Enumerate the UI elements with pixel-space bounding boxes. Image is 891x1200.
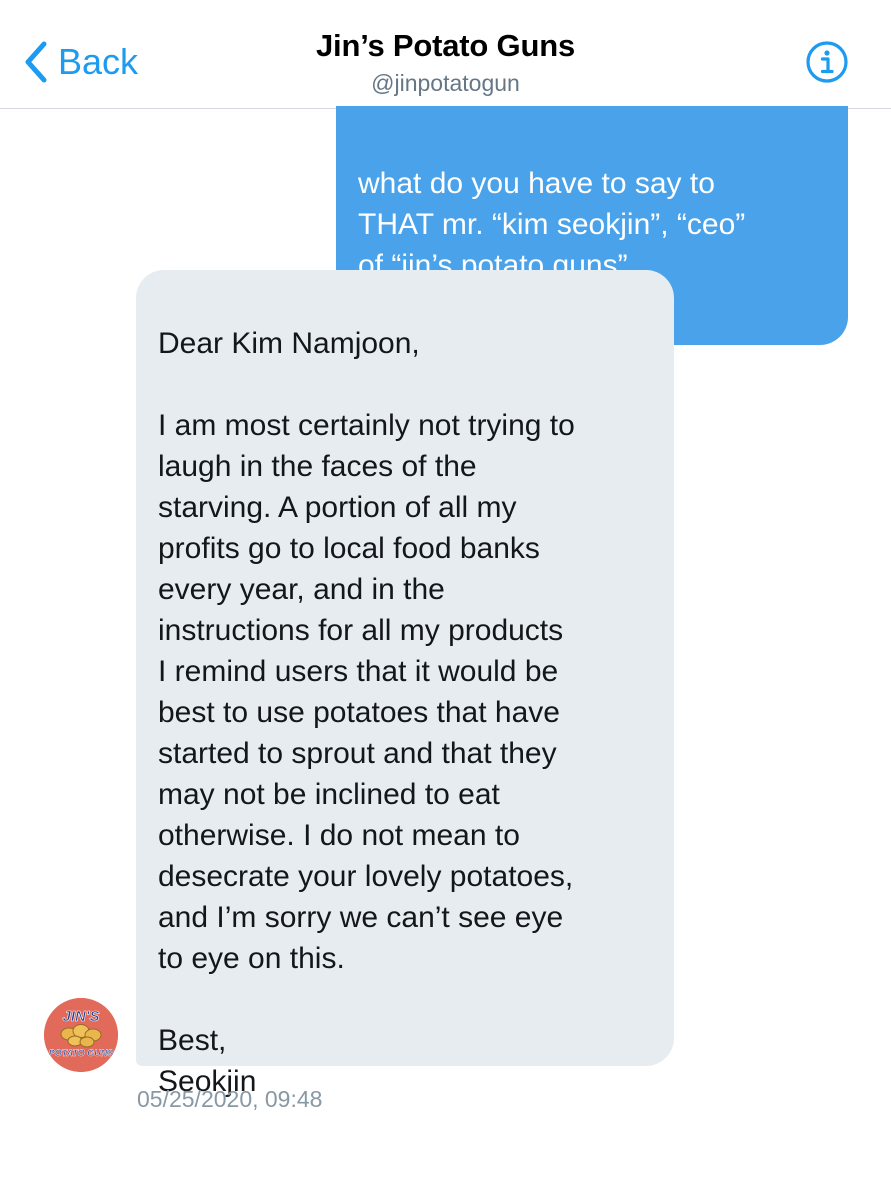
conversation-title-block: Jin’s Potato Guns @jinpotatogun (0, 26, 891, 98)
incoming-message-text: Dear Kim Namjoon, I am most certainly no… (158, 327, 575, 1098)
incoming-message-bubble[interactable]: Dear Kim Namjoon, I am most certainly no… (136, 270, 674, 1098)
conversation-header: Back Jin’s Potato Guns @jinpotatogun (0, 0, 891, 109)
info-circle-icon (805, 40, 849, 84)
svg-text:POTATO GUNS: POTATO GUNS (49, 1048, 114, 1058)
page-title[interactable]: Jin’s Potato Guns (0, 26, 891, 66)
potato-guns-logo: JIN'S POTATO GUNS (44, 998, 118, 1072)
info-button[interactable] (805, 40, 849, 84)
outgoing-message-text: what do you have to say to THAT mr. “kim… (358, 167, 746, 282)
message-timestamp: 05/25/2020, 09:48 (137, 1086, 323, 1112)
account-handle: @jinpotatogun (371, 70, 520, 96)
avatar[interactable]: JIN'S POTATO GUNS (44, 998, 118, 1072)
svg-text:JIN'S: JIN'S (63, 1008, 100, 1025)
